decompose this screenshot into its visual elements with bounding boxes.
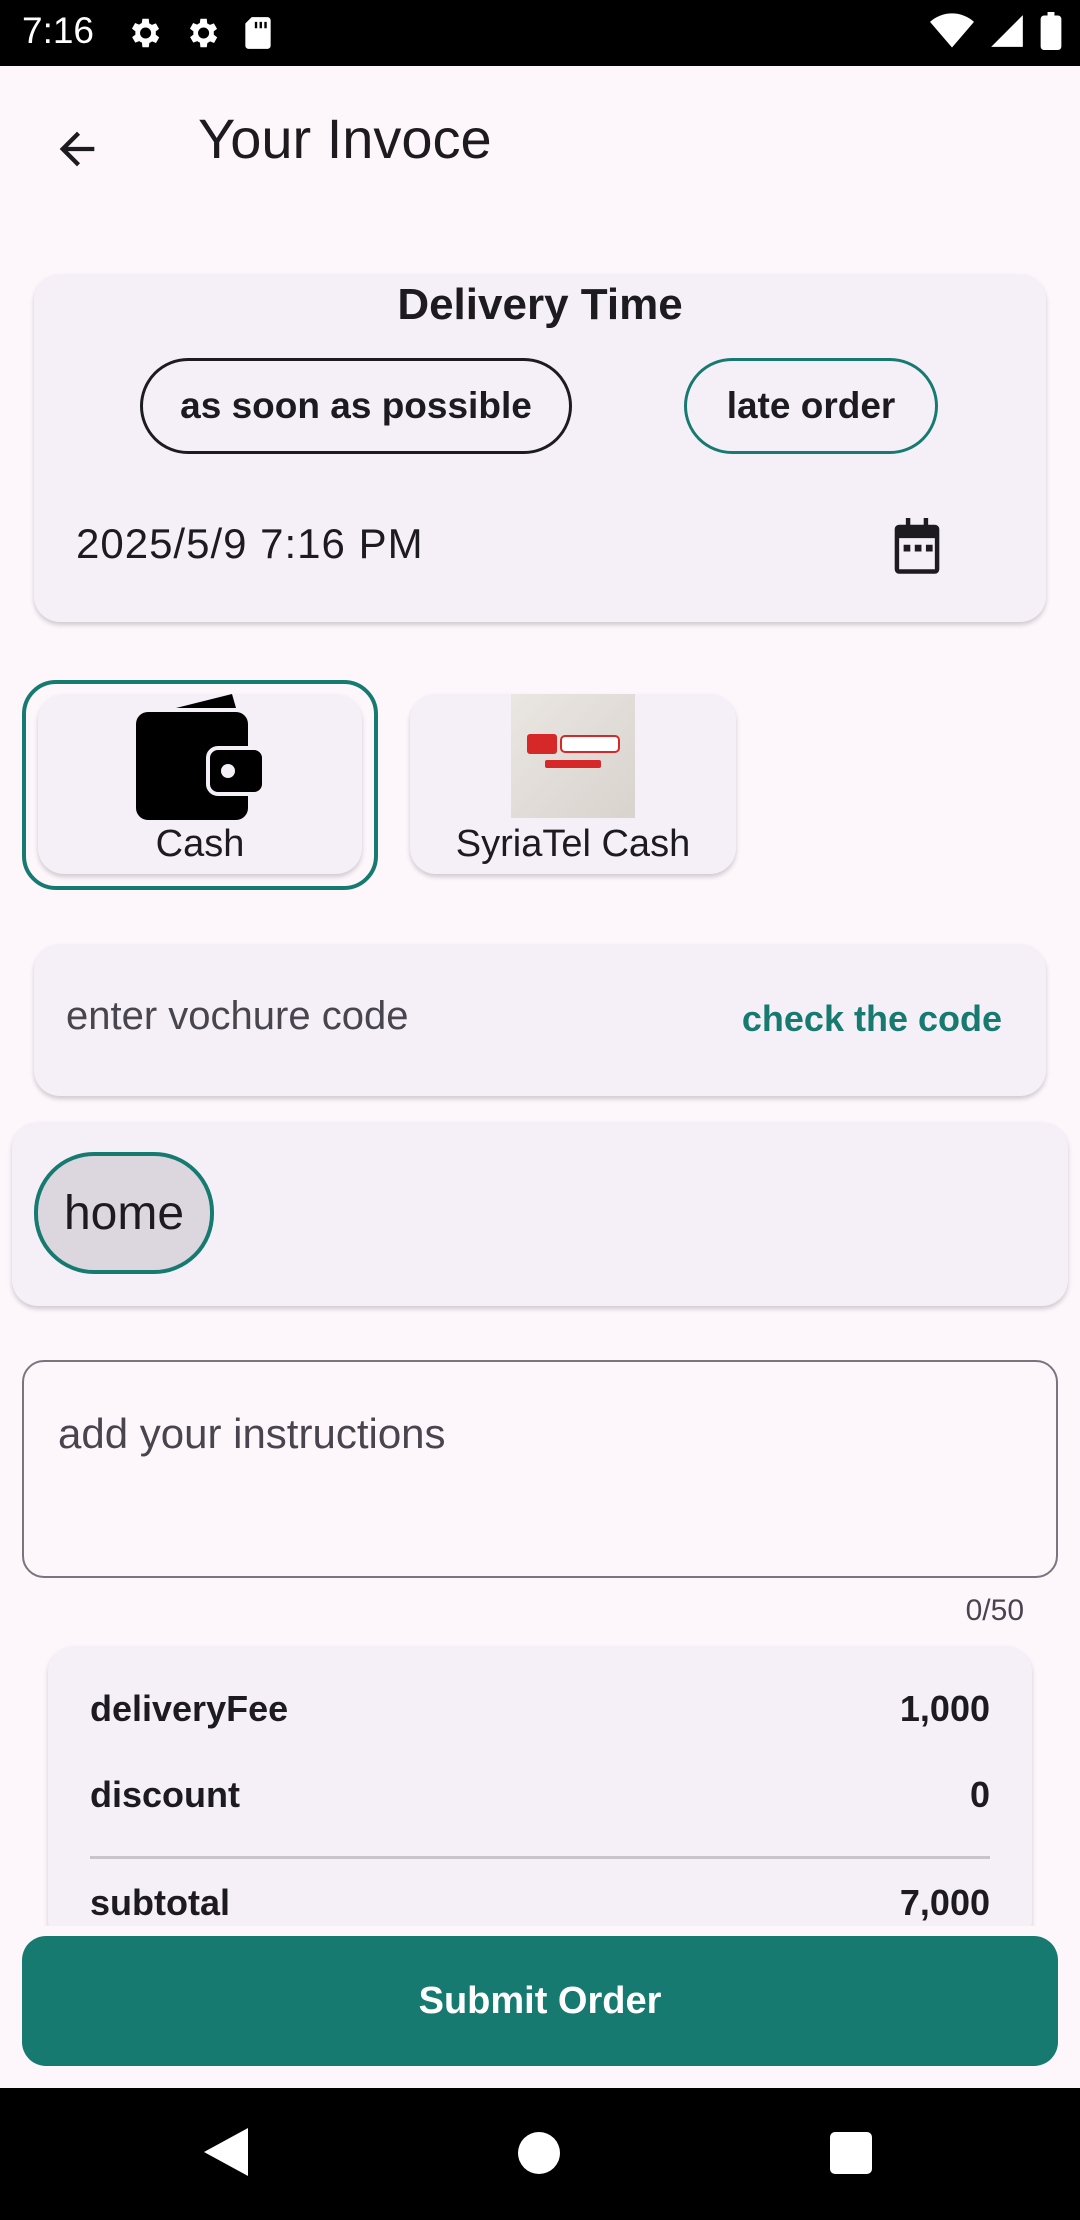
gear-icon	[189, 18, 218, 48]
address-card: home	[12, 1122, 1068, 1306]
invoice-summary-card: deliveryFee 1,000 discount 0 subtotal 7,…	[48, 1646, 1032, 1946]
status-left-icons	[125, 14, 275, 52]
gear-icon	[131, 18, 160, 48]
payment-syriatel-label: SyriaTel Cash	[455, 823, 691, 865]
delivery-time-title: Delivery Time	[397, 280, 683, 329]
instructions-counter: 0/50	[965, 1594, 1024, 1627]
instructions-placeholder: add your instructions	[58, 1410, 446, 1457]
status-right-icons	[930, 12, 1062, 50]
status-bar: 7:16	[0, 0, 1080, 66]
summary-label: deliveryFee	[90, 1688, 289, 1729]
summary-row-delivery-fee: deliveryFee 1,000	[90, 1688, 990, 1730]
summary-row-discount: discount 0	[90, 1774, 990, 1816]
check-code-button[interactable]: check the code	[742, 998, 1002, 1040]
asap-option-chip[interactable]: as soon as possible	[140, 358, 572, 454]
page-title: Your Invoce	[198, 107, 492, 170]
address-chip-home[interactable]: home	[34, 1152, 214, 1274]
summary-label: subtotal	[90, 1882, 230, 1923]
delivery-time-card: Delivery Time as soon as possible late o…	[34, 274, 1046, 622]
summary-label: discount	[90, 1774, 240, 1815]
battery-icon	[1040, 12, 1062, 50]
voucher-card: enter vochure code check the code	[34, 944, 1046, 1096]
delivery-datetime: 2025/5/9 7:16 PM	[76, 520, 424, 567]
nav-back-icon[interactable]	[204, 2128, 248, 2176]
late-order-option-chip[interactable]: late order	[684, 358, 938, 454]
wifi-icon	[930, 13, 974, 48]
wallet-icon	[136, 694, 266, 820]
nav-home-icon[interactable]	[518, 2132, 560, 2174]
payment-syriatel-card[interactable]: SyriaTel Cash	[410, 694, 736, 874]
payment-cash-label: Cash	[155, 823, 245, 865]
nav-recents-icon[interactable]	[830, 2132, 872, 2174]
instructions-field[interactable]: add your instructions	[22, 1360, 1058, 1578]
summary-value: 0	[969, 1774, 990, 1815]
back-button[interactable]	[40, 112, 114, 186]
app-bar: Your Invoce	[0, 66, 1080, 216]
summary-divider	[90, 1856, 990, 1859]
status-time: 7:16	[22, 10, 95, 51]
syriatel-cash-logo	[511, 694, 635, 818]
arrow-back-icon	[59, 131, 95, 167]
payment-cash-card[interactable]: Cash	[38, 694, 362, 874]
summary-value: 1,000	[899, 1688, 990, 1729]
calendar-icon	[894, 518, 940, 574]
summary-value: 7,000	[899, 1882, 990, 1923]
signal-icon	[991, 15, 1023, 47]
voucher-code-input[interactable]: enter vochure code	[66, 994, 408, 1039]
summary-row-subtotal: subtotal 7,000	[90, 1882, 990, 1924]
calendar-button[interactable]	[884, 514, 950, 580]
submit-order-button[interactable]: Submit Order	[22, 1936, 1058, 2066]
sd-card-icon	[245, 17, 271, 49]
system-nav-bar	[0, 2088, 1080, 2220]
